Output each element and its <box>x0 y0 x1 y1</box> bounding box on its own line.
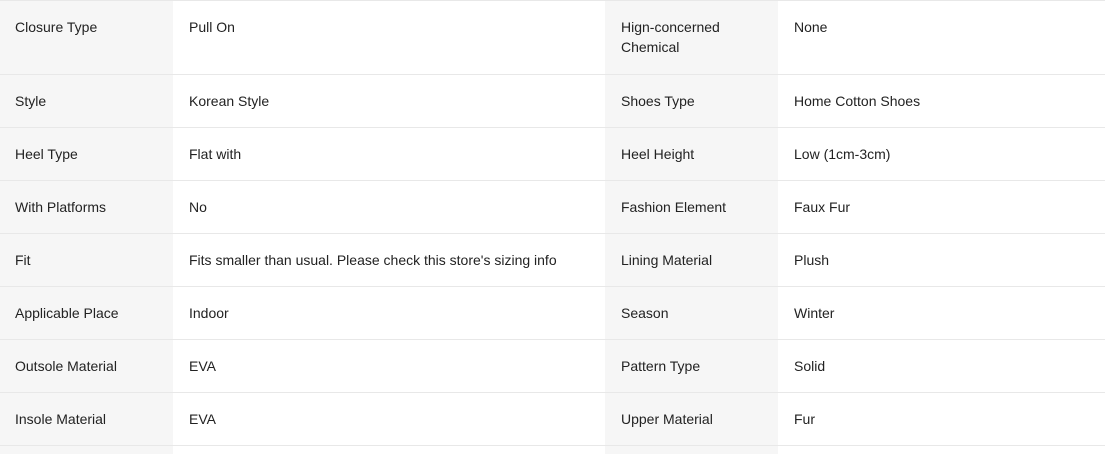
spec-label: Season <box>605 287 778 339</box>
spec-value: EVA <box>173 340 605 392</box>
spec-label: With Platforms <box>0 181 173 233</box>
spec-label: Lining Material <box>605 234 778 286</box>
spec-value: Fits smaller than usual. Please check th… <box>173 234 605 286</box>
spec-value: Solid <box>778 340 1105 392</box>
spec-value: Low (1cm-3cm) <box>778 128 1105 180</box>
spec-label: Fit <box>0 234 173 286</box>
spec-label <box>605 446 778 454</box>
spec-label <box>0 446 173 454</box>
spec-value: None <box>778 1 1105 74</box>
table-row: Closure Type Pull On Hign-concerned Chem… <box>0 1 1105 75</box>
spec-label: Closure Type <box>0 1 173 74</box>
spec-value: Korean Style <box>173 75 605 127</box>
product-specifications-table: Closure Type Pull On Hign-concerned Chem… <box>0 0 1105 454</box>
spec-label-text: Hign-concerned Chemical <box>621 19 720 55</box>
table-row: Heel Type Flat with Heel Height Low (1cm… <box>0 128 1105 181</box>
spec-value <box>778 446 1105 454</box>
spec-value: Pull On <box>173 1 605 74</box>
table-row: Insole Material EVA Upper Material Fur <box>0 393 1105 446</box>
spec-value <box>173 446 605 454</box>
table-row: Applicable Place Indoor Season Winter <box>0 287 1105 340</box>
spec-value: Flat with <box>173 128 605 180</box>
spec-label: Heel Height <box>605 128 778 180</box>
spec-value: EVA <box>173 393 605 445</box>
table-row: With Platforms No Fashion Element Faux F… <box>0 181 1105 234</box>
spec-label: Heel Type <box>0 128 173 180</box>
spec-value: Fur <box>778 393 1105 445</box>
spec-label: Shoes Type <box>605 75 778 127</box>
table-row: Outsole Material EVA Pattern Type Solid <box>0 340 1105 393</box>
spec-value: No <box>173 181 605 233</box>
spec-label: Applicable Place <box>0 287 173 339</box>
spec-value: Indoor <box>173 287 605 339</box>
table-row: Fit Fits smaller than usual. Please chec… <box>0 234 1105 287</box>
table-row: Style Korean Style Shoes Type Home Cotto… <box>0 75 1105 128</box>
spec-label: Insole Material <box>0 393 173 445</box>
spec-label: Pattern Type <box>605 340 778 392</box>
spec-label: Outsole Material <box>0 340 173 392</box>
spec-value: Plush <box>778 234 1105 286</box>
spec-label: Hign-concerned Chemical <box>605 1 778 74</box>
spec-label: Style <box>0 75 173 127</box>
spec-label: Fashion Element <box>605 181 778 233</box>
spec-value: Winter <box>778 287 1105 339</box>
spec-value: Faux Fur <box>778 181 1105 233</box>
spec-value: Home Cotton Shoes <box>778 75 1105 127</box>
table-row-partial <box>0 446 1105 454</box>
spec-label: Upper Material <box>605 393 778 445</box>
